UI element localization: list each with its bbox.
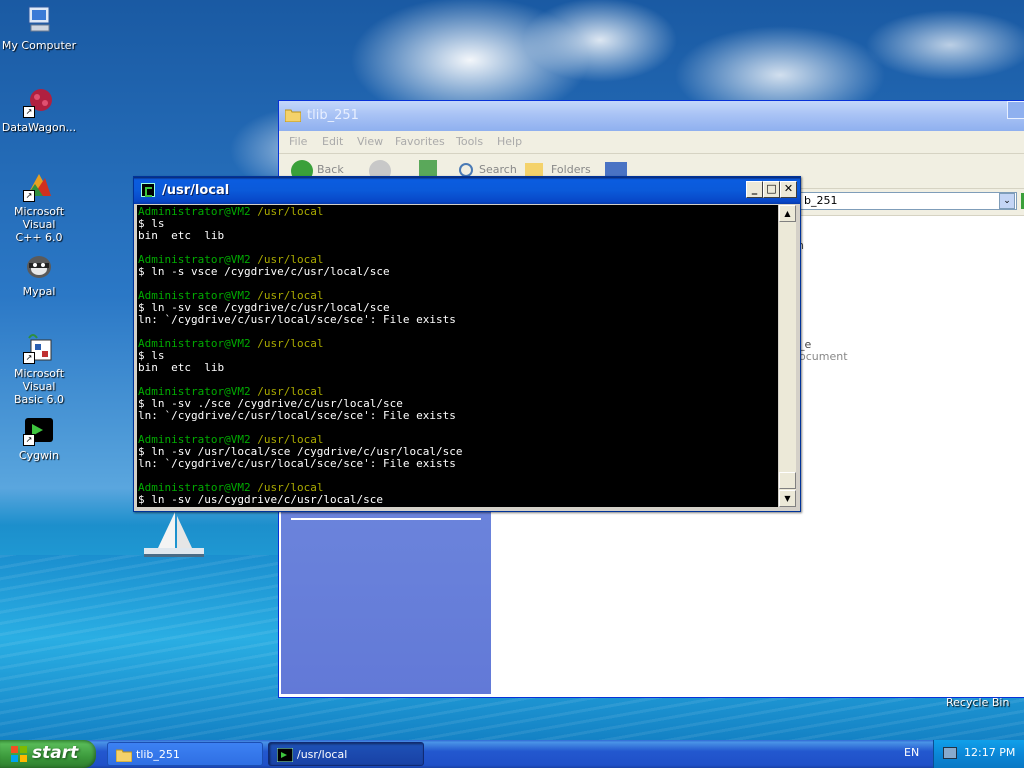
taskbar: start tlib_251 /usr/local EN 12:17 PM bbox=[0, 740, 1024, 768]
language-indicator[interactable]: EN bbox=[904, 746, 919, 759]
minimize-icon: _ bbox=[751, 182, 758, 195]
folder-icon bbox=[285, 109, 301, 122]
shortcut-arrow-icon: ↗ bbox=[23, 190, 35, 202]
terminal-prompt-line: Administrator@VM2 /usr/local bbox=[138, 338, 778, 350]
terminal-command-line: $ ln -sv /us/cygdrive/c/usr/local/sce bbox=[138, 493, 384, 506]
desktop-icon-mypal[interactable]: Mypal bbox=[0, 250, 78, 298]
scrollbar-thumb[interactable] bbox=[779, 472, 796, 489]
terminal-command-line: $ ls bbox=[138, 217, 165, 230]
file-type-fragment: ocument bbox=[799, 350, 848, 363]
prompt-path: /usr/local bbox=[250, 205, 324, 218]
search-button[interactable]: Search bbox=[479, 163, 517, 176]
close-button[interactable]: ✕ bbox=[780, 181, 797, 198]
desktop-icon-cygwin[interactable]: ↗ Cygwin bbox=[0, 414, 78, 462]
explorer-titlebar[interactable]: tlib_251 bbox=[279, 101, 1024, 131]
visual-cpp-icon: ↗ bbox=[23, 170, 55, 202]
shortcut-arrow-icon: ↗ bbox=[23, 434, 35, 446]
datawagon-icon: ↗ bbox=[23, 86, 55, 118]
desktop-icon-datawagon[interactable]: ↗ DataWagon... bbox=[0, 86, 78, 134]
folders-icon bbox=[525, 163, 543, 177]
terminal-output-line: bin etc lib bbox=[138, 361, 225, 374]
explorer-title: tlib_251 bbox=[307, 108, 359, 123]
explorer-menubar: File Edit View Favorites Tools Help bbox=[279, 131, 1024, 154]
folder-icon bbox=[116, 749, 132, 762]
terminal-title: /usr/local bbox=[162, 183, 230, 198]
prompt-path: /usr/local bbox=[250, 337, 324, 350]
terminal-output-line: bin etc lib bbox=[138, 229, 225, 242]
mypal-icon bbox=[23, 250, 55, 282]
desktop-icon-label-line1: Microsoft Visual bbox=[13, 205, 65, 231]
menu-view[interactable]: View bbox=[357, 135, 383, 148]
maximize-icon: □ bbox=[766, 182, 777, 195]
explorer-minimize-button[interactable] bbox=[1007, 101, 1024, 119]
terminal-prompt-line: Administrator@VM2 /usr/local bbox=[138, 206, 778, 218]
back-button[interactable]: Back bbox=[317, 163, 344, 176]
windows-flag-icon bbox=[11, 746, 27, 762]
terminal-output[interactable]: Administrator@VM2 /usr/local $ ls bin etc … bbox=[137, 205, 778, 507]
menu-file[interactable]: File bbox=[289, 135, 307, 148]
address-dropdown-chevron-icon[interactable]: ⌄ bbox=[999, 193, 1015, 209]
menu-edit[interactable]: Edit bbox=[322, 135, 343, 148]
search-icon bbox=[459, 163, 473, 177]
minimize-button[interactable]: _ bbox=[746, 181, 763, 198]
desktop-icon-label-line2: Basic 6.0 bbox=[13, 393, 65, 406]
desktop-icon-visual-cpp[interactable]: ↗ Microsoft Visual C++ 6.0 bbox=[0, 170, 78, 244]
menu-tools[interactable]: Tools bbox=[456, 135, 483, 148]
scroll-down-arrow-icon: ▼ bbox=[784, 494, 791, 503]
address-input[interactable]: b_251 bbox=[799, 192, 1017, 210]
shortcut-arrow-icon: ↗ bbox=[23, 106, 35, 118]
cygwin-icon: ↗ bbox=[23, 414, 55, 446]
taskbar-button-explorer[interactable]: tlib_251 bbox=[107, 742, 263, 766]
close-icon: ✕ bbox=[783, 182, 794, 195]
desktop-icon-label-line1: Microsoft Visual bbox=[13, 367, 65, 393]
desktop-icon-label: Cygwin bbox=[18, 449, 60, 462]
visual-basic-icon: ↗ bbox=[23, 332, 55, 364]
scroll-up-arrow-icon: ▲ bbox=[784, 209, 791, 218]
taskbar-button-terminal[interactable]: /usr/local bbox=[268, 742, 424, 766]
maximize-button[interactable]: □ bbox=[763, 181, 780, 198]
clock[interactable]: 12:17 PM bbox=[964, 746, 1015, 759]
cygwin-terminal-icon bbox=[277, 748, 293, 762]
my-computer-icon bbox=[23, 4, 55, 36]
terminal-lines: Administrator@VM2 /usr/local $ ls bin etc … bbox=[137, 206, 778, 506]
scroll-down-button[interactable]: ▼ bbox=[779, 490, 796, 507]
folders-button[interactable]: Folders bbox=[551, 163, 591, 176]
network-icon[interactable] bbox=[943, 747, 957, 759]
terminal-output-line: ln: `/cygdrive/c/usr/local/sce/sce': Fil… bbox=[138, 409, 456, 422]
terminal-output-line: ln: `/cygdrive/c/usr/local/sce/sce': Fil… bbox=[138, 313, 456, 326]
scroll-up-button[interactable]: ▲ bbox=[779, 205, 796, 222]
desktop-icon-label-line2: C++ 6.0 bbox=[15, 231, 63, 244]
system-tray: 12:17 PM bbox=[933, 740, 1024, 768]
terminal-titlebar[interactable]: /usr/local _ □ ✕ bbox=[134, 177, 800, 204]
desktop-icon-label: Mypal bbox=[22, 285, 56, 298]
cygwin-terminal-icon bbox=[141, 183, 155, 197]
menu-help[interactable]: Help bbox=[497, 135, 522, 148]
terminal-scrollbar[interactable]: ▲ ▼ bbox=[779, 205, 796, 507]
terminal-command-line: $ ln -s vsce /cygdrive/c/usr/local/sce bbox=[138, 265, 390, 278]
shortcut-arrow-icon: ↗ bbox=[23, 352, 35, 364]
start-label: start bbox=[32, 743, 79, 763]
terminal-command-line: $ ls bbox=[138, 349, 165, 362]
start-button[interactable]: start bbox=[0, 740, 96, 768]
desktop-icon-my-computer[interactable]: My Computer bbox=[0, 4, 78, 52]
cygwin-terminal-window[interactable]: /usr/local _ □ ✕ Administrator@VM2 /usr/… bbox=[133, 176, 801, 512]
desktop-icon-label: My Computer bbox=[1, 39, 77, 52]
address-value: b_251 bbox=[804, 194, 838, 207]
desktop-icon-label: DataWagon... bbox=[1, 121, 77, 134]
menu-favorites[interactable]: Favorites bbox=[395, 135, 445, 148]
taskbar-button-label: tlib_251 bbox=[136, 748, 180, 761]
terminal-output-line: ln: `/cygdrive/c/usr/local/sce/sce': Fil… bbox=[138, 457, 456, 470]
desktop-icon-visual-basic[interactable]: ↗ Microsoft Visual Basic 6.0 bbox=[0, 332, 78, 406]
taskbar-button-label: /usr/local bbox=[297, 748, 348, 761]
sailboat-graphic bbox=[144, 512, 204, 557]
task-pane-divider bbox=[291, 518, 481, 520]
